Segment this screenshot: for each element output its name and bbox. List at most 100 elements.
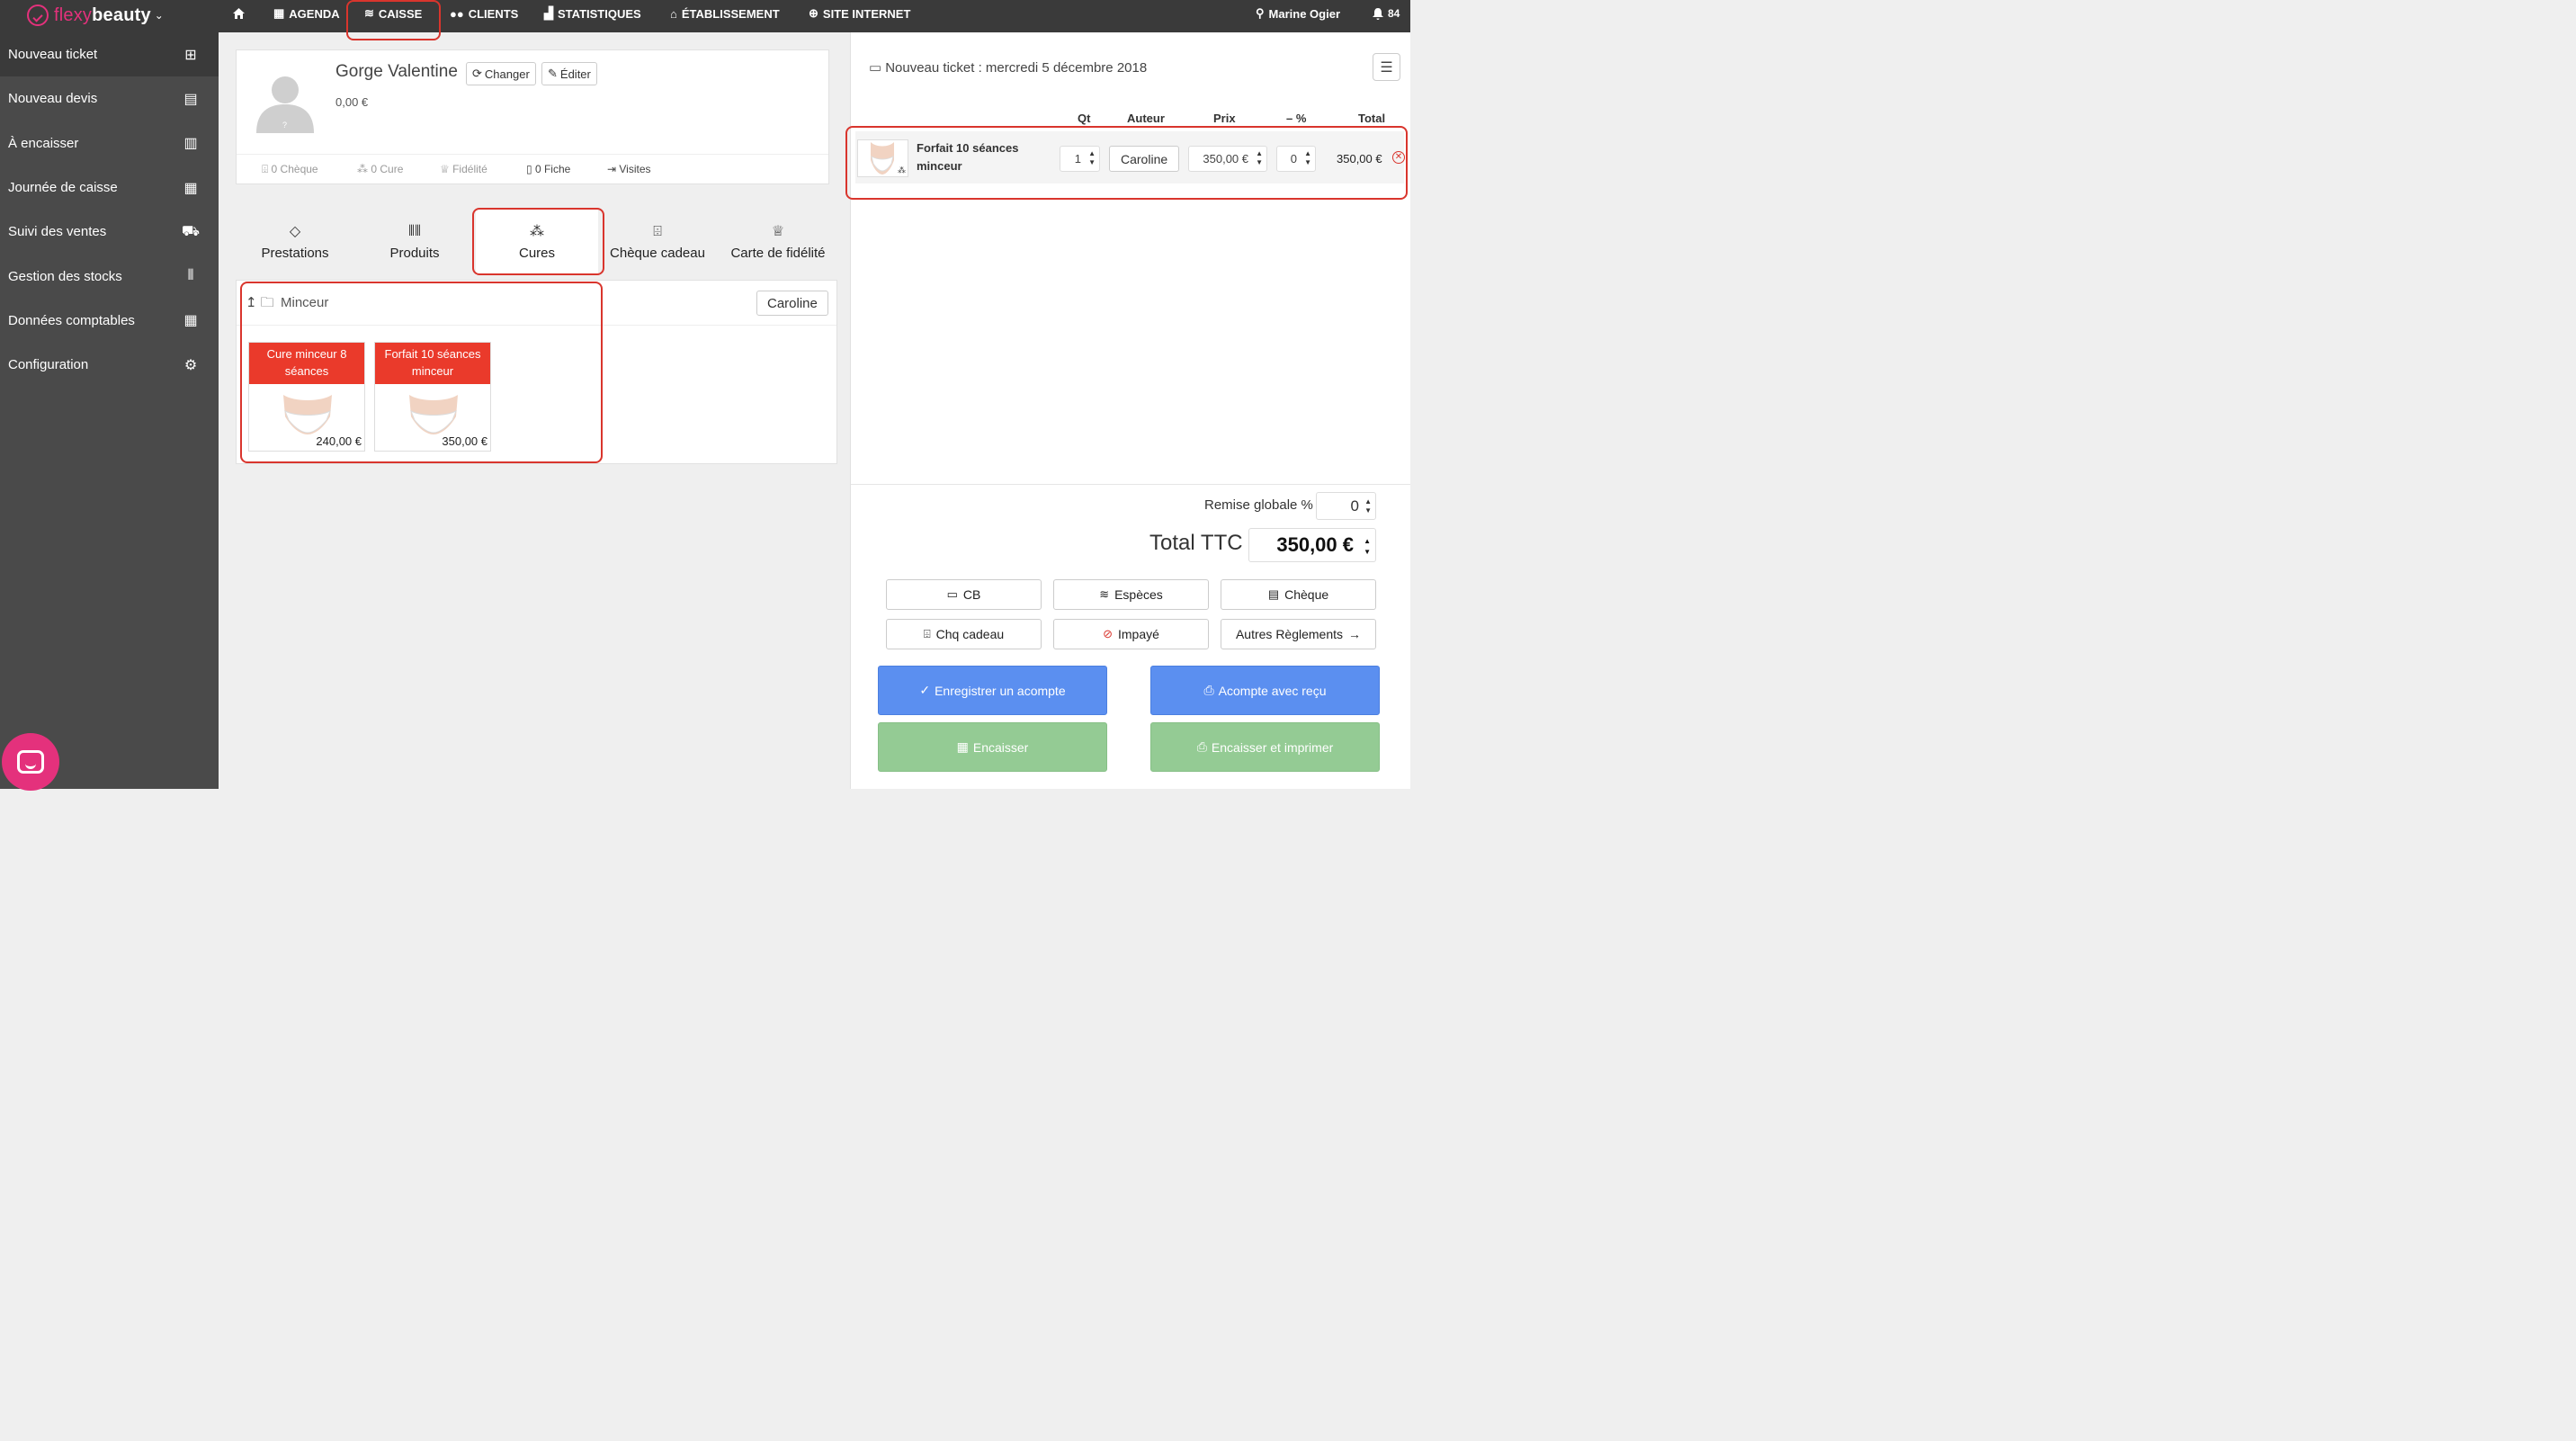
quantity-stepper[interactable]: 1 ▲ ▼	[1060, 146, 1100, 172]
tab-cheque-cadeau[interactable]: ⌹ Chèque cadeau	[597, 209, 718, 275]
discount-stepper[interactable]: 0 ▲ ▼	[1276, 146, 1316, 172]
pay-autres-label: Autres Règlements	[1235, 627, 1344, 641]
stepper-arrows-icon[interactable]: ▲ ▼	[1364, 536, 1371, 558]
global-discount-stepper[interactable]: 0 ▲ ▼	[1316, 492, 1376, 520]
pay-cb-label: CB	[962, 587, 981, 602]
sidebar-item-a-encaisser[interactable]: À encaisser ▥	[0, 121, 219, 166]
stat-cheque[interactable]: ⌹ 0 Chèque	[262, 163, 318, 176]
deposit-receipt-button[interactable]: ⎙ Acompte avec reçu	[1150, 666, 1380, 715]
save-deposit-label: Enregistrer un acompte	[935, 683, 1066, 698]
logo-text-light: flexy	[54, 4, 93, 25]
edit-client-button[interactable]: ✎ Éditer	[541, 62, 597, 85]
stepper-arrows-icon[interactable]: ▲ ▼	[1256, 149, 1263, 167]
calculator-icon: ▦	[183, 313, 198, 329]
nav-caisse-label: CAISSE	[378, 6, 423, 21]
product-price: 240,00 €	[316, 434, 362, 448]
pay-cheque-button[interactable]: ▤ Chèque	[1221, 579, 1376, 610]
flexybeauty-logo[interactable]: flexy beauty ⌄	[27, 2, 164, 29]
nav-caisse[interactable]: ≋ CAISSE	[364, 0, 422, 27]
stat-visites-label: Visites	[619, 163, 651, 175]
ticket-line: ⁂ Forfait 10 séances minceur 1 ▲ ▼ Caroli…	[855, 131, 1405, 183]
logo-text-bold: beauty	[92, 4, 151, 25]
nav-clients[interactable]: ●● CLIENTS	[450, 0, 518, 27]
gift-icon: ⌹	[653, 224, 662, 239]
pay-impaye-button[interactable]: ⊘ Impayé	[1053, 619, 1209, 649]
tab-produits[interactable]: ⦀⦀ Produits	[354, 209, 475, 275]
sidebar-item-label: Configuration	[8, 357, 89, 373]
user-name: Marine Ogier	[1268, 6, 1340, 21]
encaisser-button[interactable]: ▦ Encaisser	[878, 722, 1107, 772]
pay-especes-button[interactable]: ≋ Espèces	[1053, 579, 1209, 610]
sidebar-item-suivi-des-ventes[interactable]: Suivi des ventes ⛟	[0, 210, 219, 254]
chat-launcher-button[interactable]	[2, 733, 59, 791]
total-ttc-field[interactable]: 350,00 € ▲ ▼	[1248, 528, 1376, 562]
stat-cheque-label: 0 Chèque	[271, 163, 318, 175]
price-value: 350,00 €	[1203, 152, 1248, 166]
change-client-button[interactable]: ⟳ Changer	[466, 62, 536, 85]
pay-chq-cadeau-button[interactable]: ⌹ Chq cadeau	[886, 619, 1042, 649]
stat-fiche[interactable]: ▯ 0 Fiche	[526, 163, 570, 175]
tab-prestations[interactable]: ◇ Prestations	[235, 209, 355, 275]
change-client-label: Changer	[484, 67, 530, 81]
tab-cures[interactable]: ⁂ Cures	[476, 209, 598, 275]
price-stepper[interactable]: 350,00 € ▲ ▼	[1188, 146, 1267, 172]
author-button[interactable]: Caroline	[1109, 146, 1180, 172]
calendar-icon: ▦	[273, 6, 285, 20]
gears-icon: ⚙	[183, 357, 198, 373]
store-icon: ⌂	[670, 6, 677, 21]
remove-line-icon[interactable]: ✕	[1392, 151, 1405, 164]
stat-cure[interactable]: ⁂ 0 Cure	[357, 163, 403, 175]
product-image	[283, 395, 332, 434]
home-icon	[233, 8, 245, 19]
sidebar-item-donnees-comptables[interactable]: Données comptables ▦	[0, 299, 219, 343]
sidebar-item-journee-de-caisse[interactable]: Journée de caisse ▦	[0, 166, 219, 210]
cheque-icon: ▤	[1267, 587, 1280, 601]
pay-cb-button[interactable]: ▭ CB	[886, 579, 1042, 610]
sidebar-item-label: Données comptables	[8, 312, 135, 328]
client-card: ? Gorge Valentine ⟳ Changer ✎ Éditer 0,00 …	[236, 49, 829, 184]
avatar: ?	[256, 76, 314, 133]
stepper-arrows-icon[interactable]: ▲ ▼	[1088, 149, 1096, 167]
global-discount-value: 0	[1350, 497, 1359, 515]
sidebar-item-configuration[interactable]: Configuration ⚙	[0, 343, 219, 387]
nav-site-internet[interactable]: ⊕ SITE INTERNET	[809, 0, 910, 27]
encaisser-imprimer-button[interactable]: ⎙ Encaisser et imprimer	[1150, 722, 1380, 772]
nav-agenda[interactable]: ▦ AGENDA	[273, 0, 340, 27]
sidebar-item-nouveau-ticket[interactable]: Nouveau ticket ⊞	[0, 32, 219, 77]
folder-up-icon[interactable]: ↥ 🗀	[246, 293, 274, 316]
arrow-right-icon: →	[1348, 627, 1362, 641]
nav-statistiques[interactable]: ▟ STATISTIQUES	[544, 0, 641, 27]
product-name: Forfait 10 séances minceur	[375, 343, 490, 384]
stepper-arrows-icon[interactable]: ▲ ▼	[1304, 149, 1311, 167]
stat-visites[interactable]: ⇥ Visites	[607, 163, 651, 175]
sidebar-item-nouveau-devis[interactable]: Nouveau devis ▤	[0, 76, 219, 121]
coins-icon: ≋	[364, 6, 374, 20]
pay-autres-button[interactable]: Autres Règlements →	[1221, 619, 1376, 649]
tab-carte-fidelite[interactable]: ♕ Carte de fidélité	[718, 209, 838, 275]
pay-especes-label: Espèces	[1114, 587, 1163, 602]
logo-mark-icon	[27, 4, 49, 26]
nav-home[interactable]	[232, 0, 246, 27]
stat-cure-label: 0 Cure	[371, 163, 404, 175]
user-menu[interactable]: ⚲ Marine Ogier	[1256, 0, 1340, 27]
print-icon: ⎙	[1196, 739, 1207, 754]
encaisser-imprimer-label: Encaisser et imprimer	[1211, 739, 1334, 755]
gift-icon: ⌹	[923, 627, 931, 640]
line-total: 350,00 €	[1337, 152, 1382, 166]
cures-panel: ↥ 🗀 Minceur Caroline Cure minceur 8 séan…	[236, 280, 837, 464]
stepper-arrows-icon[interactable]: ▲ ▼	[1364, 497, 1372, 515]
staff-select-button[interactable]: Caroline	[756, 291, 828, 316]
author-label: Caroline	[1121, 151, 1168, 166]
credit-card-icon: ▭	[946, 587, 958, 601]
nav-etablissement[interactable]: ⌂ ÉTABLISSEMENT	[670, 0, 780, 27]
ticket-menu-button[interactable]: ☰	[1373, 53, 1400, 81]
stat-fidelite[interactable]: ♕ Fidélité	[440, 163, 487, 175]
sidebar-item-gestion-des-stocks[interactable]: Gestion des stocks ⦀	[0, 254, 219, 298]
chat-icon	[17, 750, 44, 774]
product-card[interactable]: Cure minceur 8 séances 240,00 €	[248, 342, 365, 452]
discount-value: 0	[1290, 152, 1297, 166]
notifications-button[interactable]: 84	[1372, 0, 1400, 27]
product-name: Cure minceur 8 séances	[249, 343, 364, 384]
save-deposit-button[interactable]: ✓ Enregistrer un acompte	[878, 666, 1107, 715]
product-card[interactable]: Forfait 10 séances minceur 350,00 €	[374, 342, 491, 452]
